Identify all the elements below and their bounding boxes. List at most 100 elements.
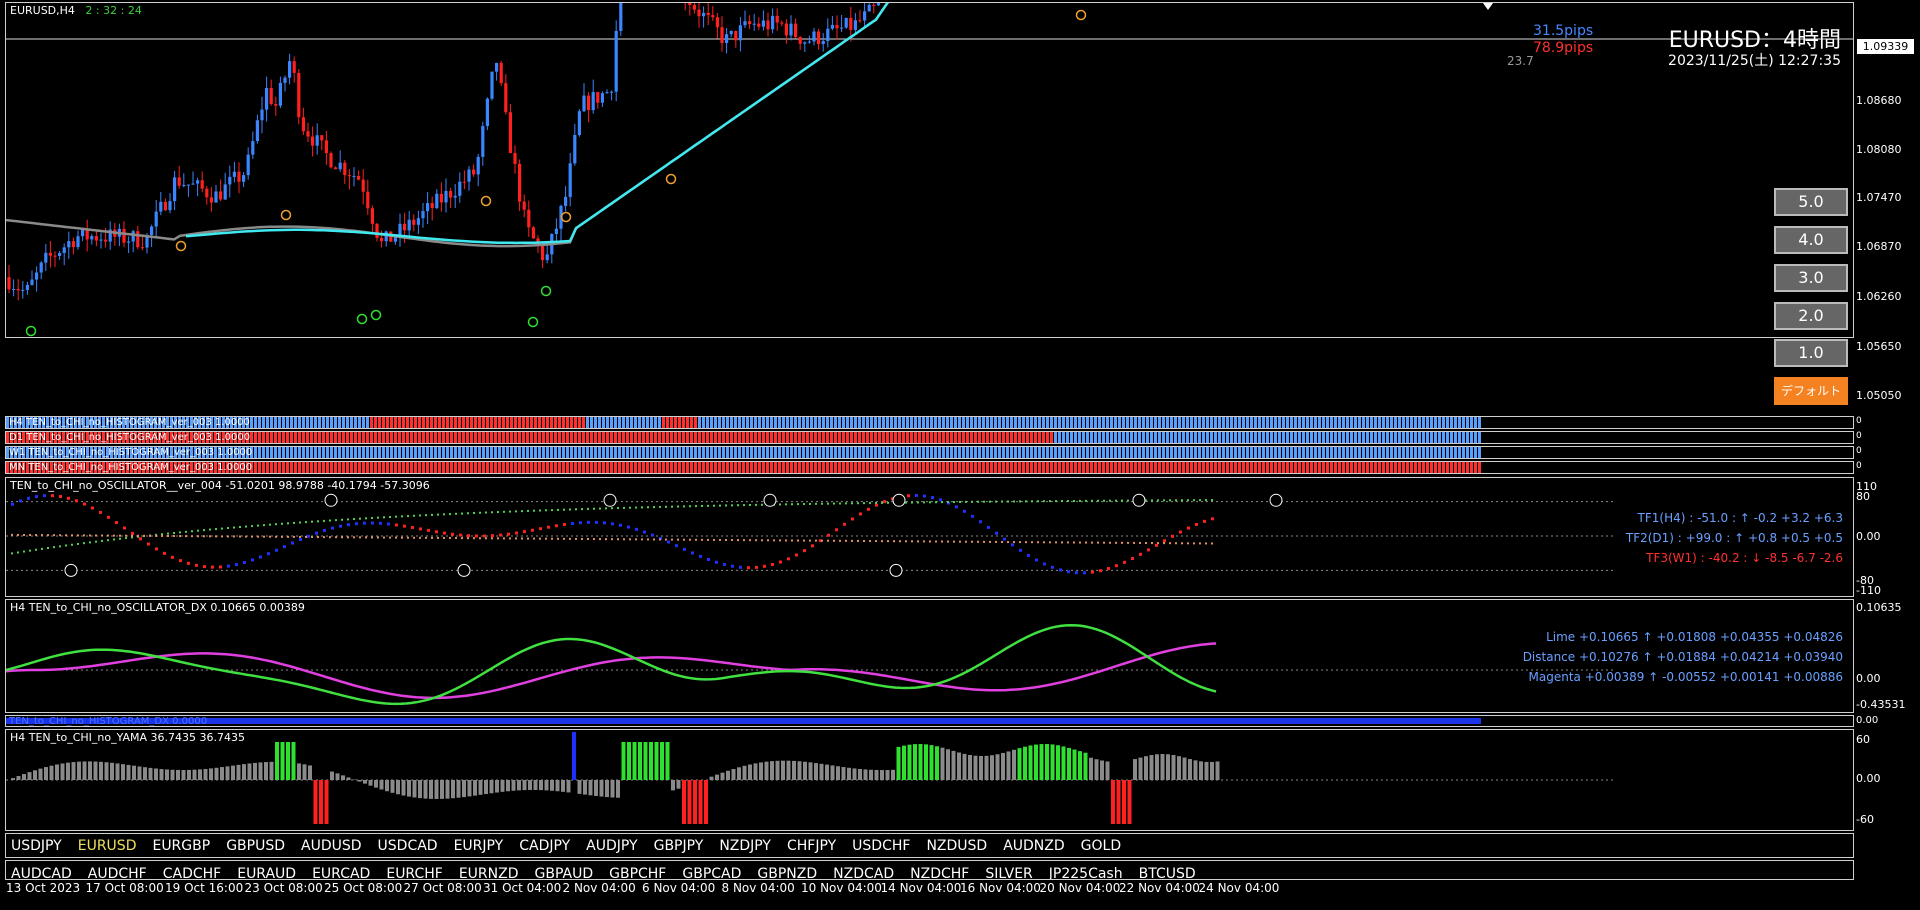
symbol-button-gbpusd[interactable]: GBPUSD [226,838,285,854]
oscillator-dot [179,559,182,563]
histogram-mn[interactable]: MN TEN_to_CHI_no_HISTOGRAM_ver_003 1.000… [5,461,1854,474]
symbol-button-nzdcad[interactable]: NZDCAD [833,866,894,879]
symbol-button-audjpy[interactable]: AUDJPY [586,838,637,854]
oscillator-dot [75,499,78,503]
symbol-button-gbpnzd[interactable]: GBPNZD [757,866,817,879]
yama-bar [27,772,32,780]
symbol-button-audusd[interactable]: AUDUSD [301,838,362,854]
symbol-button-silver[interactable]: SILVER [985,866,1032,879]
histogram-bar [618,447,621,458]
price-chart-panel[interactable]: EURUSD,H4 2 : 32 : 24 31.5pips 78.9pips … [5,2,1854,338]
histogram-bar [1050,417,1053,428]
histogram-h4[interactable]: H4 TEN_to_CHI_no_HISTOGRAM_ver_003 1.000… [5,416,1854,429]
histogram-bar [358,432,361,443]
histogram-bar [1402,447,1405,458]
candle-body [39,262,43,273]
symbol-button-nzdjpy[interactable]: NZDJPY [719,838,771,854]
histogram-bar [810,417,813,428]
histogram-bar [1278,417,1281,428]
oscillator-dot [91,506,94,510]
symbol-button-audcad[interactable]: AUDCAD [11,866,72,879]
symbol-button-nzdusd[interactable]: NZDUSD [926,838,987,854]
histogram-bar [1198,417,1201,428]
oscillator-panel[interactable]: TEN_to_CHI_no_OSCILLATOR__ver_004 -51.02… [5,477,1854,597]
symbol-button-nzdchf[interactable]: NZDCHF [910,866,969,879]
histogram-bar [1166,462,1169,473]
symbol-button-eurchf[interactable]: EURCHF [386,866,442,879]
scale-button-3[interactable]: 3.0 [1774,264,1848,292]
symbol-button-gbpaud[interactable]: GBPAUD [535,866,594,879]
histogram-d1[interactable]: D1 TEN_to_CHI_no_HISTOGRAM_ver_003 1.000… [5,431,1854,444]
histogram-bar [1390,417,1393,428]
symbol-button-eurgbp[interactable]: EURGBP [152,838,210,854]
histogram-bar [422,462,425,473]
scale-button-4[interactable]: 4.0 [1774,226,1848,254]
histogram-w1[interactable]: W1 TEN_to_CHI_no_HISTOGRAM_ver_003 1.000… [5,446,1854,459]
symbol-button-cadjpy[interactable]: CADJPY [519,838,570,854]
candle-body [849,17,853,30]
yama-bar [181,770,186,780]
histogram-bar [866,462,869,473]
symbol-button-eurnzd[interactable]: EURNZD [459,866,519,879]
symbol-button-gold[interactable]: GOLD [1081,838,1121,854]
scale-button-5[interactable]: 5.0 [1774,188,1848,216]
histogram-bar [982,432,985,443]
symbol-button-chfjpy[interactable]: CHFJPY [787,838,836,854]
histogram-bar [658,447,661,458]
default-button[interactable]: デフォルト [1774,377,1848,405]
yama-bar [951,750,956,780]
symbol-button-btcusd[interactable]: BTCUSD [1139,866,1196,879]
histogram-bar [646,417,649,428]
histogram-dx[interactable]: TEN_to_CHI_no_HISTOGRAM_DX 0.0000 [5,715,1854,727]
yama-bar [159,769,164,780]
yama-bar [748,764,752,780]
tf2-dot [443,513,445,516]
histogram-bar [254,432,257,443]
histogram-bar [1142,417,1145,428]
symbol-button-usdchf[interactable]: USDCHF [852,838,910,854]
histogram-bar [998,447,1001,458]
tf2-dot [575,508,577,511]
shift-marker-icon[interactable] [1483,3,1493,10]
oscillator-dot [507,532,510,536]
symbol-button-gbpcad[interactable]: GBPCAD [682,866,741,879]
yama-bar [1193,760,1198,780]
histogram-bar [1134,447,1137,458]
symbol-button-usdjpy[interactable]: USDJPY [11,838,62,854]
symbol-button-euraud[interactable]: EURAUD [237,866,296,879]
symbol-button-gbpjpy[interactable]: GBPJPY [654,838,704,854]
yama-panel[interactable]: H4 TEN_to_CHI_no_YAMA 36.7435 36.7435 [5,729,1854,831]
symbol-button-gbpchf[interactable]: GBPCHF [609,866,666,879]
candle-body [725,34,729,43]
yama-bar [594,780,598,796]
histogram-bar [590,462,593,473]
symbol-button-usdcad[interactable]: USDCAD [378,838,438,854]
symbol-button-cadchf[interactable]: CADCHF [163,866,222,879]
histogram-bar [446,432,449,443]
histogram-bar [330,417,333,428]
histogram-bar [358,447,361,458]
tf2-dot [179,531,181,534]
time-tick: 17 Oct 08:00 [85,881,164,895]
histogram-bar [582,432,585,443]
symbol-button-jp225cash[interactable]: JP225Cash [1049,866,1123,879]
scale-button-1[interactable]: 1.0 [1774,339,1848,367]
symbol-button-audchf[interactable]: AUDCHF [88,866,147,879]
histogram-bar [934,417,937,428]
histogram-label: H4 TEN_to_CHI_no_HISTOGRAM_ver_003 1.000… [9,417,250,428]
histogram-bar [1274,447,1277,458]
tf2-dot [671,505,673,508]
histogram-bar [354,462,357,473]
candle-body [366,191,370,209]
symbol-button-audnzd[interactable]: AUDNZD [1003,838,1064,854]
symbol-button-eurusd[interactable]: EURUSD [78,838,137,854]
scale-button-2[interactable]: 2.0 [1774,302,1848,330]
dx-panel[interactable]: H4 TEN_to_CHI_no_OSCILLATOR_DX 0.10665 0… [5,599,1854,713]
candle-body [403,223,407,231]
hist-dx-axis-tick: 0.00 [1856,715,1879,726]
histogram-bar [794,417,797,428]
histogram-bar [1322,447,1325,458]
symbol-button-eurjpy[interactable]: EURJPY [454,838,504,854]
oscillator-dot [547,525,550,529]
symbol-button-eurcad[interactable]: EURCAD [312,866,370,879]
